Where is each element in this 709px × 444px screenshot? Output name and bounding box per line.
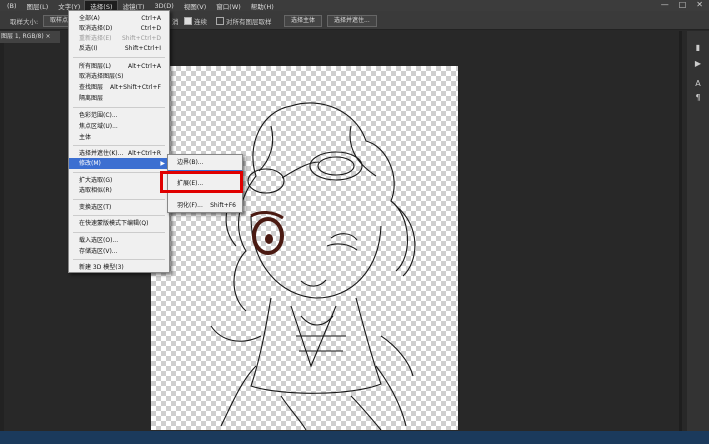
play-icon[interactable]: ▶	[693, 59, 703, 69]
menu-item-window[interactable]: 窗口(W)	[211, 1, 246, 11]
menu-item[interactable]: 取消选择图层(S)	[69, 71, 169, 82]
shortcut-label: Shift+Ctrl+I	[124, 45, 161, 52]
menu-item-label: 色彩范围(C)...	[79, 112, 118, 119]
select-menu-dropdown: 全部(A) Ctrl+A 取消选择(D) Ctrl+D 重新选择(E) Shift+C…	[68, 10, 170, 273]
menu-separator	[73, 215, 165, 216]
panel-toggle-icon[interactable]: ▮	[693, 43, 703, 53]
menu-separator	[73, 259, 165, 260]
menu-item[interactable]: 载入选区(O)...	[69, 235, 169, 246]
menu-item-partial[interactable]: (B)	[2, 2, 22, 10]
shortcut-label: Shift+F6	[210, 202, 236, 209]
menu-item-border[interactable]: 边界(B)...	[168, 157, 242, 168]
menu-item-label: 载入选区(O)...	[79, 237, 119, 244]
checkbox-icon	[184, 17, 192, 25]
menu-item-label: 存储选区(V)...	[79, 248, 118, 255]
menu-item-label: 取消选择图层(S)	[79, 73, 124, 80]
menu-item-type[interactable]: 文字(Y)	[53, 1, 85, 11]
menu-separator	[73, 199, 165, 200]
menu-item-label: 变换选区(T)	[79, 204, 112, 211]
continuous-label: 连续	[194, 18, 207, 26]
menu-separator	[73, 172, 165, 173]
select-and-mask-button[interactable]: 选择并遮住...	[327, 15, 377, 27]
menu-item[interactable]: 查找图层 Alt+Shift+Ctrl+F	[69, 82, 169, 93]
partial-label: 消	[172, 18, 179, 26]
minimize-icon[interactable]: —	[661, 0, 669, 9]
menu-item-label: 修改(M)	[79, 160, 101, 167]
maximize-icon[interactable]: □	[679, 0, 687, 9]
menu-separator	[73, 145, 165, 146]
select-subject-button[interactable]: 选择主体	[284, 15, 323, 27]
menu-item-select[interactable]: 选择(S)	[84, 0, 119, 12]
checkbox-icon	[216, 17, 224, 25]
menu-item-view[interactable]: 视图(V)	[179, 1, 212, 11]
submenu-arrow-icon: ▶	[160, 160, 165, 167]
menu-item-label: 主体	[79, 134, 92, 141]
menu-separator	[73, 232, 165, 233]
menu-separator	[73, 107, 165, 108]
menu-item-label: 隔离图层	[79, 95, 104, 102]
menu-item-3d[interactable]: 3D(D)	[150, 2, 179, 10]
document-canvas[interactable]	[151, 66, 458, 431]
menu-item[interactable]: 焦点区域(U)...	[69, 121, 169, 132]
menu-item-label: 反选(I)	[79, 45, 98, 52]
menu-item[interactable]: 新建 3D 模型(3)	[69, 262, 169, 273]
menu-separator	[73, 57, 165, 58]
menu-item-label: 选取相似(R)	[79, 187, 112, 194]
menu-item-label: 边界(B)...	[177, 159, 204, 166]
menu-item[interactable]: 反选(I) Shift+Ctrl+I	[69, 43, 169, 54]
all-layers-label: 对所有图层取样	[226, 18, 272, 26]
sample-size-label: 取样大小:	[10, 18, 39, 26]
menu-item-label: 新建 3D 模型(3)	[79, 264, 124, 271]
menu-item[interactable]: 变换选区(T)	[69, 202, 169, 213]
close-icon[interactable]: ✕	[696, 0, 703, 9]
paragraph-icon[interactable]: ¶	[693, 93, 703, 103]
menu-item-label: 在快速蒙版模式下编辑(Q)	[79, 220, 149, 227]
menu-item-feather[interactable]: 羽化(F)... Shift+F6	[168, 200, 242, 211]
os-taskbar	[0, 431, 709, 444]
menu-item[interactable]: 色彩范围(C)...	[69, 110, 169, 121]
document-tab[interactable]: 图层 1, RGB/8) ×	[0, 31, 60, 43]
annotation-highlight-box	[160, 171, 243, 193]
menu-item[interactable]: 隔离图层	[69, 93, 169, 104]
canvas-scroll-edge	[679, 31, 682, 431]
line-art-drawing	[210, 102, 416, 431]
window-controls: — □ ✕	[661, 0, 703, 9]
menu-item-label: 查找图层	[79, 84, 104, 91]
menu-item[interactable]: 在快速蒙版模式下编辑(Q)	[69, 218, 169, 229]
menu-item-layer[interactable]: 图层(L)	[22, 1, 54, 11]
menu-item-help[interactable]: 帮助(H)	[246, 1, 279, 11]
continuous-checkbox[interactable]: 连续	[184, 16, 207, 26]
menu-item[interactable]: 主体	[69, 132, 169, 143]
type-icon[interactable]: A	[693, 79, 703, 89]
menu-item-label: 焦点区域(U)...	[79, 123, 118, 130]
shortcut-label: Alt+Shift+Ctrl+F	[110, 84, 161, 91]
eye-drawing	[250, 211, 284, 255]
menu-item[interactable]: 存储选区(V)...	[69, 246, 169, 257]
all-layers-checkbox[interactable]: 对所有图层取样	[216, 16, 272, 26]
right-tool-strip: ▮ ▶ A ¶	[687, 31, 709, 433]
tools-panel-edge	[0, 43, 4, 433]
menu-item[interactable]: 选取相似(R)	[69, 185, 169, 196]
menu-item-filter[interactable]: 滤镜(T)	[117, 1, 149, 11]
menu-item-modify[interactable]: 修改(M) ▶	[69, 158, 169, 169]
menu-item-label: 羽化(F)...	[177, 202, 203, 209]
